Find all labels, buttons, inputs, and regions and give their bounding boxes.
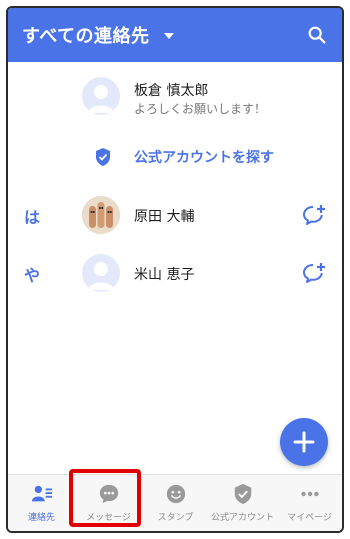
official-account-search-link[interactable]: 公式アカウントを探す — [8, 132, 342, 184]
person-icon — [88, 85, 114, 113]
phone-frame: すべての連絡先 板倉 慎太郎 よろしくお願いします！ 公式アカウントを探す は … — [6, 6, 344, 533]
shield-check-icon — [96, 148, 110, 166]
shield-icon — [234, 483, 251, 505]
tab-label: スタンプ — [157, 513, 194, 523]
tab-stamps[interactable]: スタンプ — [142, 475, 209, 531]
highlight-annotation-box — [69, 469, 141, 527]
tab-my-page[interactable]: マイページ — [276, 475, 342, 531]
chevron-down-icon[interactable] — [164, 33, 174, 39]
tab-contacts[interactable]: 連絡先 — [8, 475, 75, 531]
index-letter: や — [24, 266, 41, 285]
profile-status: よろしくお願いします！ — [134, 102, 267, 116]
profile-row[interactable]: 板倉 慎太郎 よろしくお願いします！ — [8, 70, 342, 122]
page-title[interactable]: すべての連絡先 — [22, 22, 150, 48]
add-button[interactable] — [280, 418, 328, 466]
chat-add-icon[interactable] — [302, 261, 326, 285]
contacts-icon — [31, 485, 52, 502]
official-account-search-label: 公式アカウントを探す — [134, 150, 274, 166]
search-icon[interactable] — [306, 24, 328, 46]
tab-label: 公式アカウント — [210, 513, 274, 523]
finger-puppets-photo — [82, 196, 120, 234]
contact-row[interactable]: や 米山 恵子 — [8, 248, 342, 300]
index-letter: は — [24, 208, 41, 227]
tab-label: マイページ — [287, 513, 332, 523]
contact-name: 原田 大輔 — [134, 209, 195, 225]
profile-name: 板倉 慎太郎 — [134, 83, 209, 99]
avatar — [82, 77, 120, 115]
avatar — [82, 196, 120, 234]
avatar — [82, 254, 120, 292]
chat-add-icon[interactable] — [302, 203, 326, 227]
app-bar: すべての連絡先 — [8, 8, 342, 62]
plus-icon — [293, 431, 315, 453]
person-icon — [88, 262, 114, 290]
smile-icon — [166, 484, 185, 504]
contact-name: 米山 恵子 — [134, 267, 195, 283]
tab-label: 連絡先 — [27, 513, 55, 523]
more-icon — [300, 491, 319, 497]
tab-official-accounts[interactable]: 公式アカウント — [209, 475, 276, 531]
bottom-tab-bar: 連絡先 メッセージ スタンプ 公式アカウント マイページ — [8, 474, 342, 531]
contact-row[interactable]: は 原田 大輔 — [8, 190, 342, 242]
